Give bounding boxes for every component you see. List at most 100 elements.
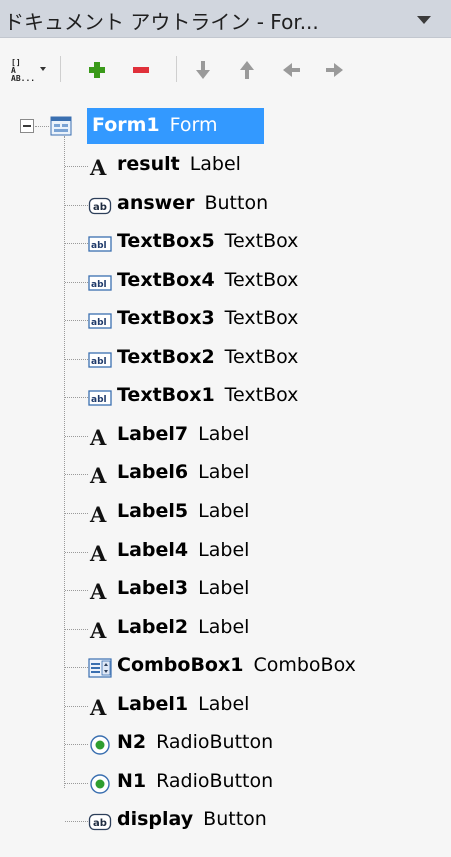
item-name: Label4: [117, 538, 189, 561]
label-icon: A: [88, 155, 110, 180]
label-icon: A: [88, 425, 110, 450]
move-left-icon[interactable]: [280, 58, 302, 82]
item-type: TextBox: [224, 268, 299, 291]
move-down-icon[interactable]: [192, 58, 214, 82]
tree-connector: [35, 126, 49, 127]
tree-item-textbox4[interactable]: abl TextBox4 TextBox: [0, 263, 451, 301]
tree-item-label6[interactable]: A Label6 Label: [0, 455, 451, 493]
item-name: Label6: [117, 461, 189, 484]
svg-text:A: A: [89, 695, 107, 719]
tree-item-combobox1[interactable]: ComboBox1 ComboBox: [0, 648, 451, 686]
tree-connector: [65, 397, 88, 399]
tree-item-answer[interactable]: ab answer Button: [0, 186, 451, 224]
tree-item-label: TextBox5 TextBox: [117, 230, 298, 252]
svg-text:abl: abl: [91, 395, 107, 405]
tree-item-textbox5[interactable]: abl TextBox5 TextBox: [0, 224, 451, 262]
item-type: Label: [198, 538, 250, 561]
item-type: Button: [203, 808, 267, 831]
sort-icon[interactable]: [] A AB...: [10, 58, 48, 83]
svg-text:abl: abl: [91, 241, 107, 251]
tree-item-label: ComboBox1 ComboBox: [117, 654, 356, 676]
textbox-icon: abl: [88, 348, 112, 370]
svg-text:abl: abl: [91, 318, 107, 328]
svg-text:abl: abl: [91, 357, 107, 367]
button-icon: ab: [88, 194, 112, 216]
tree-connector: [65, 435, 88, 437]
item-type: Label: [198, 615, 250, 638]
tree-item-label: Label6 Label: [117, 461, 249, 483]
item-type: TextBox: [224, 307, 299, 330]
svg-text:abl: abl: [91, 280, 107, 290]
label-icon: A: [88, 541, 110, 566]
tree-item-label3[interactable]: A Label3 Label: [0, 571, 451, 609]
collapse-icon[interactable]: [20, 119, 34, 133]
item-type: Label: [198, 692, 250, 715]
tree-item-label: display Button: [117, 808, 267, 830]
remove-icon[interactable]: [130, 58, 152, 82]
tree-connector: [65, 512, 88, 514]
combobox-icon: [88, 656, 112, 678]
tree-item-label7[interactable]: A Label7 Label: [0, 417, 451, 455]
tree-root-row[interactable]: Form1 Form: [0, 108, 451, 146]
tree-item-label: N1 RadioButton: [117, 770, 273, 792]
tree-item-label4[interactable]: A Label4 Label: [0, 533, 451, 571]
tree-connector: [65, 166, 88, 167]
tree-item-n1[interactable]: N1 RadioButton: [0, 764, 451, 802]
dropdown-arrow-icon[interactable]: [417, 16, 431, 24]
item-name: display: [117, 808, 194, 831]
svg-text:A: A: [89, 502, 107, 526]
tree-item-label: TextBox3 TextBox: [117, 307, 298, 329]
tree-item-n2[interactable]: N2 RadioButton: [0, 725, 451, 763]
textbox-icon: abl: [88, 386, 112, 408]
tree-item-label1[interactable]: A Label1 Label: [0, 687, 451, 725]
move-right-icon[interactable]: [324, 58, 346, 82]
svg-text:A: A: [89, 425, 107, 449]
tree-connector: [65, 744, 88, 746]
tree-item-label2[interactable]: A Label2 Label: [0, 610, 451, 648]
item-type: Label: [189, 153, 241, 175]
move-up-icon[interactable]: [236, 58, 258, 82]
item-type: Label: [198, 422, 250, 445]
tree-item-label: Label4 Label: [117, 539, 249, 561]
tree-item-result[interactable]: Aresult Label: [0, 147, 451, 185]
tree-connector: [65, 782, 88, 784]
tree-connector: [65, 628, 88, 630]
radiobutton-icon: [88, 772, 110, 794]
tree-item-textbox1[interactable]: abl TextBox1 TextBox: [0, 378, 451, 416]
item-type: Label: [198, 499, 250, 522]
tree-item-label5[interactable]: A Label5 Label: [0, 494, 451, 532]
tree-item-label: TextBox1 TextBox: [117, 384, 298, 406]
sort-dropdown-icon[interactable]: [40, 67, 46, 71]
svg-text:ab: ab: [93, 818, 107, 829]
item-name: result: [117, 153, 180, 175]
toolbar-separator: [176, 56, 177, 82]
svg-text:ab: ab: [93, 202, 107, 213]
tree-item-label: TextBox4 TextBox: [117, 269, 298, 291]
item-type: RadioButton: [156, 731, 274, 754]
label-icon: A: [88, 579, 110, 604]
tree-connector: [65, 667, 88, 669]
title-bar: ドキュメント アウトライン - For...: [0, 0, 451, 38]
toolbar-separator: [60, 56, 61, 82]
item-name: TextBox3: [117, 307, 215, 330]
item-name: answer: [117, 191, 195, 214]
svg-text:A: A: [89, 155, 107, 179]
tree-item-label: N2 RadioButton: [117, 731, 273, 753]
label-icon: A: [88, 502, 110, 527]
tree-item-textbox3[interactable]: abl TextBox3 TextBox: [0, 301, 451, 339]
add-icon[interactable]: [86, 58, 108, 82]
window-title: ドキュメント アウトライン - For...: [4, 10, 319, 34]
item-name: TextBox1: [117, 384, 215, 407]
svg-text:A: A: [89, 618, 107, 642]
textbox-icon: abl: [88, 309, 112, 331]
tree-connector: [65, 281, 88, 283]
radiobutton-icon: [88, 733, 110, 755]
tree-item-label: Label1 Label: [117, 693, 249, 715]
item-type: ComboBox: [253, 654, 356, 677]
tree-item-display[interactable]: ab display Button: [0, 802, 451, 840]
button-icon: ab: [88, 810, 112, 832]
tree-root-label: Form1 Form: [92, 114, 218, 136]
sort-glyph-icon: [] A AB...: [11, 58, 35, 83]
tree-item-textbox2[interactable]: abl TextBox2 TextBox: [0, 340, 451, 378]
item-name: TextBox2: [117, 345, 215, 368]
